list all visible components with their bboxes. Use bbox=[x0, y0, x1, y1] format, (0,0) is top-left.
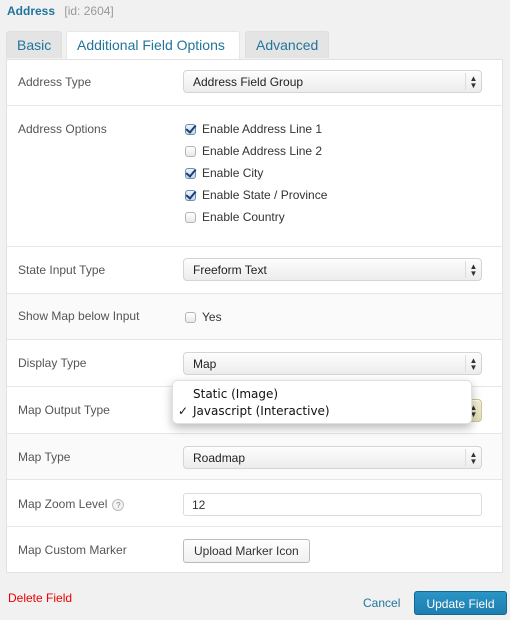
row-state-input-type: State Input Type Freeform Text ▲ ▼ bbox=[7, 247, 502, 294]
checkbox-label: Enable State / Province bbox=[202, 188, 328, 202]
address-type-select[interactable]: Address Field Group ▲ ▼ bbox=[183, 70, 482, 93]
select-arrow-icon: ▲ ▼ bbox=[465, 355, 481, 372]
state-input-type-select[interactable]: Freeform Text ▲ ▼ bbox=[183, 258, 482, 281]
checkbox-checked-icon[interactable] bbox=[185, 189, 196, 201]
help-icon[interactable]: ? bbox=[112, 498, 125, 511]
checkbox-checked-icon[interactable] bbox=[185, 123, 196, 135]
field-options-panel: Address Type Address Field Group ▲ ▼ Addr… bbox=[6, 59, 503, 573]
field-title: Address [id: 2604] bbox=[7, 4, 114, 18]
state-input-type-value: Freeform Text bbox=[193, 263, 267, 277]
address-type-label: Address Type bbox=[18, 75, 92, 89]
checkbox-enable-country[interactable]: Enable Country bbox=[185, 210, 285, 224]
checkbox-label: Enable Address Line 1 bbox=[202, 122, 323, 136]
map-type-value: Roadmap bbox=[193, 451, 246, 465]
row-map-type: Map Type Roadmap ▲ ▼ bbox=[7, 434, 502, 480]
map-zoom-level-input[interactable] bbox=[183, 493, 482, 516]
select-arrow-icon: ▲ ▼ bbox=[465, 261, 481, 278]
map-custom-marker-label: Map Custom Marker bbox=[18, 543, 127, 557]
upload-marker-icon-button[interactable]: Upload Marker Icon bbox=[183, 539, 310, 563]
tab-additional-field-options[interactable]: Additional Field Options bbox=[66, 31, 240, 60]
checkbox-enable-state-province[interactable]: Enable State / Province bbox=[185, 188, 327, 202]
select-arrow-icon: ▲ ▼ bbox=[465, 449, 481, 466]
tab-advanced[interactable]: Advanced bbox=[245, 31, 329, 58]
option-label: Javascript (Interactive) bbox=[193, 404, 330, 418]
checkbox-enable-address-line-1[interactable]: Enable Address Line 1 bbox=[185, 122, 322, 136]
checkbox-label: Enable City bbox=[202, 166, 264, 180]
map-output-type-label: Map Output Type bbox=[18, 403, 110, 417]
checkbox-unchecked-icon[interactable] bbox=[185, 211, 196, 223]
state-input-type-label: State Input Type bbox=[18, 263, 106, 277]
checkbox-label: Enable Address Line 2 bbox=[202, 144, 323, 158]
address-options-label: Address Options bbox=[18, 122, 107, 136]
update-field-button[interactable]: Update Field bbox=[414, 591, 507, 615]
checkbox-unchecked-icon[interactable] bbox=[185, 145, 196, 157]
display-type-value: Map bbox=[193, 357, 217, 371]
display-type-label: Display Type bbox=[18, 356, 87, 370]
field-id: [id: 2604] bbox=[64, 4, 114, 18]
row-address-type: Address Type Address Field Group ▲ ▼ bbox=[7, 60, 502, 106]
cancel-link[interactable]: Cancel bbox=[363, 596, 400, 610]
field-name: Address bbox=[7, 4, 56, 18]
map-zoom-level-label: Map Zoom Level? bbox=[18, 497, 125, 511]
delete-field-link[interactable]: Delete Field bbox=[8, 591, 72, 605]
checkbox-show-map-yes[interactable]: Yes bbox=[185, 310, 222, 324]
row-show-map: Show Map below Input Yes bbox=[7, 294, 502, 340]
row-map-zoom-level: Map Zoom Level? bbox=[7, 480, 502, 527]
tab-basic[interactable]: Basic bbox=[6, 31, 62, 58]
map-type-label: Map Type bbox=[18, 450, 71, 464]
show-map-label: Show Map below Input bbox=[18, 309, 140, 323]
checkbox-enable-city[interactable]: Enable City bbox=[185, 166, 263, 180]
select-arrow-icon: ▲ ▼ bbox=[465, 73, 481, 90]
map-type-select[interactable]: Roadmap ▲ ▼ bbox=[183, 446, 482, 469]
checkmark-icon: ✓ bbox=[178, 404, 189, 418]
checkbox-label: Yes bbox=[202, 310, 222, 324]
checkbox-label: Enable Country bbox=[202, 210, 285, 224]
option-static-image[interactable]: Static (Image) bbox=[193, 387, 278, 401]
address-type-value: Address Field Group bbox=[193, 75, 304, 89]
map-zoom-level-text: Map Zoom Level bbox=[18, 497, 108, 511]
display-type-select[interactable]: Map ▲ ▼ bbox=[183, 352, 482, 375]
checkbox-checked-icon[interactable] bbox=[185, 167, 196, 179]
row-address-options: Address Options Enable Address Line 1 En… bbox=[7, 106, 502, 247]
option-javascript-interactive[interactable]: ✓ Javascript (Interactive) bbox=[178, 404, 330, 418]
row-map-custom-marker: Map Custom Marker Upload Marker Icon bbox=[7, 527, 502, 572]
map-output-type-dropdown: Static (Image) ✓ Javascript (Interactive… bbox=[172, 380, 472, 424]
checkbox-unchecked-icon[interactable] bbox=[185, 311, 196, 323]
checkbox-enable-address-line-2[interactable]: Enable Address Line 2 bbox=[185, 144, 322, 158]
